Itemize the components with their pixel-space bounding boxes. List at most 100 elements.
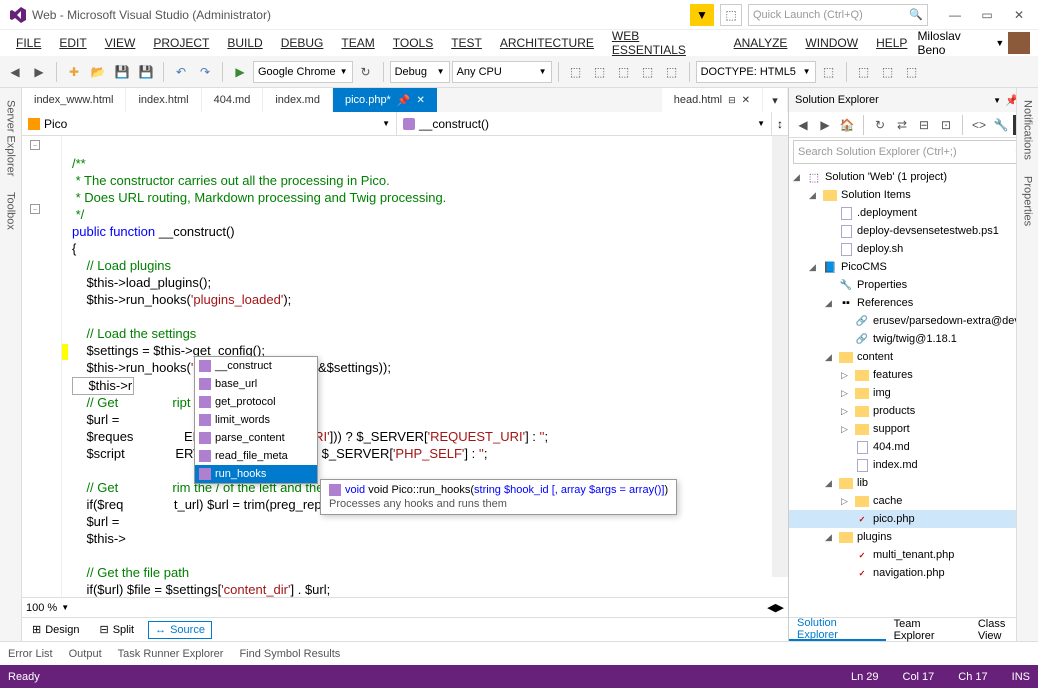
bottom-taskrunner[interactable]: Task Runner Explorer — [118, 648, 224, 660]
tree-node[interactable]: index.md — [789, 456, 1038, 474]
fwd-icon[interactable]: ▶ — [815, 115, 835, 135]
tb-icon-3[interactable]: ⬚ — [613, 61, 635, 83]
code-editor[interactable]: − − /** * The constructor carries out al… — [22, 136, 788, 597]
solution-search-input[interactable]: Search Solution Explorer (Ctrl+;) 🔍 — [793, 140, 1034, 164]
tree-node[interactable]: 🔗twig/twig@1.18.1 — [789, 330, 1038, 348]
undo-icon[interactable]: ↶ — [170, 61, 192, 83]
intel-item[interactable]: read_file_meta — [195, 447, 317, 465]
tree-node[interactable]: ◢▪▪References — [789, 294, 1038, 312]
menu-tools[interactable]: TOOLS — [385, 34, 441, 52]
zoom-combo[interactable]: 100 % — [26, 602, 57, 614]
split-icon[interactable]: ↕ — [772, 112, 788, 135]
user-name[interactable]: Miloslav Beno — [917, 29, 991, 57]
outline-toggle-icon[interactable]: − — [30, 204, 40, 214]
doctype-combo[interactable]: DOCTYPE: HTML5▼ — [696, 61, 816, 83]
panel-tab-team[interactable]: Team Explorer — [886, 618, 970, 641]
new-project-icon[interactable]: ✚ — [63, 61, 85, 83]
refresh-icon[interactable]: ↻ — [355, 61, 377, 83]
tb-icon-7[interactable]: ⬚ — [853, 61, 875, 83]
tree-node[interactable]: ◢lib — [789, 474, 1038, 492]
browser-combo[interactable]: Google Chrome▼ — [253, 61, 353, 83]
menu-architecture[interactable]: ARCHITECTURE — [492, 34, 602, 52]
notification-flag-icon[interactable]: ▼ — [690, 4, 714, 26]
tree-node[interactable]: ✓multi_tenant.php — [789, 546, 1038, 564]
rail-notifications[interactable]: Notifications — [1022, 96, 1034, 164]
tree-node[interactable]: ▷img — [789, 384, 1038, 402]
avatar[interactable] — [1008, 32, 1030, 54]
tree-node[interactable]: 404.md — [789, 438, 1038, 456]
rail-server-explorer[interactable]: Server Explorer — [5, 96, 17, 180]
tree-node[interactable]: ◢plugins — [789, 528, 1038, 546]
tab-overflow-icon[interactable]: ▾ — [763, 88, 788, 112]
tab-index-html[interactable]: index.html — [126, 88, 201, 112]
properties-icon[interactable]: 🔧 — [991, 115, 1011, 135]
tree-solution[interactable]: ◢⬚Solution 'Web' (1 project) — [789, 168, 1038, 186]
intel-item[interactable]: limit_words — [195, 411, 317, 429]
tab-head-html[interactable]: head.html⊟✕ — [662, 88, 763, 112]
menu-edit[interactable]: EDIT — [51, 34, 94, 52]
tree-node[interactable]: ✓navigation.php — [789, 564, 1038, 582]
menu-webessentials[interactable]: WEB ESSENTIALS — [604, 27, 724, 59]
save-all-icon[interactable]: 💾 — [135, 61, 157, 83]
tab-index-md[interactable]: index.md — [263, 88, 333, 112]
scroll-h-icon[interactable]: ◀ — [767, 601, 775, 614]
nav-method-combo[interactable]: __construct()▼ — [397, 112, 772, 135]
tree-node[interactable]: .deployment — [789, 204, 1038, 222]
menu-project[interactable]: PROJECT — [145, 34, 217, 52]
close-tab-icon[interactable]: ✕ — [417, 95, 425, 106]
code-view-icon[interactable]: <> — [969, 115, 989, 135]
view-split[interactable]: ⊟ Split — [93, 621, 140, 638]
menu-file[interactable]: FILE — [8, 34, 49, 52]
panel-tab-solution[interactable]: Solution Explorer — [789, 618, 886, 641]
scroll-h-icon[interactable]: ▶ — [776, 601, 784, 614]
menu-help[interactable]: HELP — [868, 34, 915, 52]
rail-toolbox[interactable]: Toolbox — [5, 188, 17, 234]
tb-icon-2[interactable]: ⬚ — [589, 61, 611, 83]
intel-item-selected[interactable]: run_hooks — [195, 465, 317, 483]
tab-pico-php[interactable]: pico.php*📌✕ — [333, 88, 437, 112]
quick-launch-input[interactable]: Quick Launch (Ctrl+Q) 🔍 — [748, 4, 928, 26]
close-button[interactable]: ✕ — [1004, 4, 1034, 26]
bottom-findsymbol[interactable]: Find Symbol Results — [239, 648, 340, 660]
tree-node[interactable]: ◢content — [789, 348, 1038, 366]
intel-item[interactable]: get_protocol — [195, 393, 317, 411]
chevron-down-icon[interactable]: ▼ — [995, 38, 1004, 48]
back-icon[interactable]: ◀ — [793, 115, 813, 135]
menu-view[interactable]: VIEW — [97, 34, 144, 52]
tree-node[interactable]: ◢Solution Items — [789, 186, 1038, 204]
tree-node[interactable]: ✓pico.php — [789, 510, 1038, 528]
nav-back-icon[interactable]: ◀ — [4, 61, 26, 83]
tab-index-www[interactable]: index_www.html — [22, 88, 126, 112]
nav-fwd-icon[interactable]: ▶ — [28, 61, 50, 83]
tree-node[interactable]: deploy-devsensetestweb.ps1 — [789, 222, 1038, 240]
menu-test[interactable]: TEST — [443, 34, 490, 52]
redo-icon[interactable]: ↷ — [194, 61, 216, 83]
minimize-button[interactable]: — — [940, 4, 970, 26]
view-design[interactable]: ⊞ Design — [26, 621, 85, 638]
menu-build[interactable]: BUILD — [219, 34, 270, 52]
menu-analyze[interactable]: ANALYZE — [726, 34, 796, 52]
open-icon[interactable]: 📂 — [87, 61, 109, 83]
bottom-output[interactable]: Output — [69, 648, 102, 660]
panel-menu-icon[interactable]: ▼ — [993, 96, 1001, 105]
view-source[interactable]: ↔ Source — [148, 621, 212, 639]
close-tab-icon[interactable]: ✕ — [742, 95, 750, 106]
feedback-icon[interactable]: ⬚ — [720, 4, 742, 26]
save-icon[interactable]: 💾 — [111, 61, 133, 83]
menu-window[interactable]: WINDOW — [797, 34, 866, 52]
scrollbar-v[interactable] — [772, 136, 788, 577]
config-combo[interactable]: Debug▼ — [390, 61, 450, 83]
intel-item[interactable]: __construct — [195, 357, 317, 375]
tb-icon-6[interactable]: ⬚ — [818, 61, 840, 83]
tb-icon-4[interactable]: ⬚ — [637, 61, 659, 83]
refresh-icon[interactable]: ↻ — [870, 115, 890, 135]
intel-item[interactable]: base_url — [195, 375, 317, 393]
menu-debug[interactable]: DEBUG — [273, 34, 332, 52]
platform-combo[interactable]: Any CPU▼ — [452, 61, 552, 83]
menu-team[interactable]: TEAM — [333, 34, 382, 52]
collapse-icon[interactable]: ⊟ — [914, 115, 934, 135]
intel-item[interactable]: parse_content — [195, 429, 317, 447]
pin-icon[interactable]: ⊟ — [728, 95, 736, 106]
sync-icon[interactable]: ⇄ — [892, 115, 912, 135]
start-icon[interactable]: ▶ — [229, 61, 251, 83]
